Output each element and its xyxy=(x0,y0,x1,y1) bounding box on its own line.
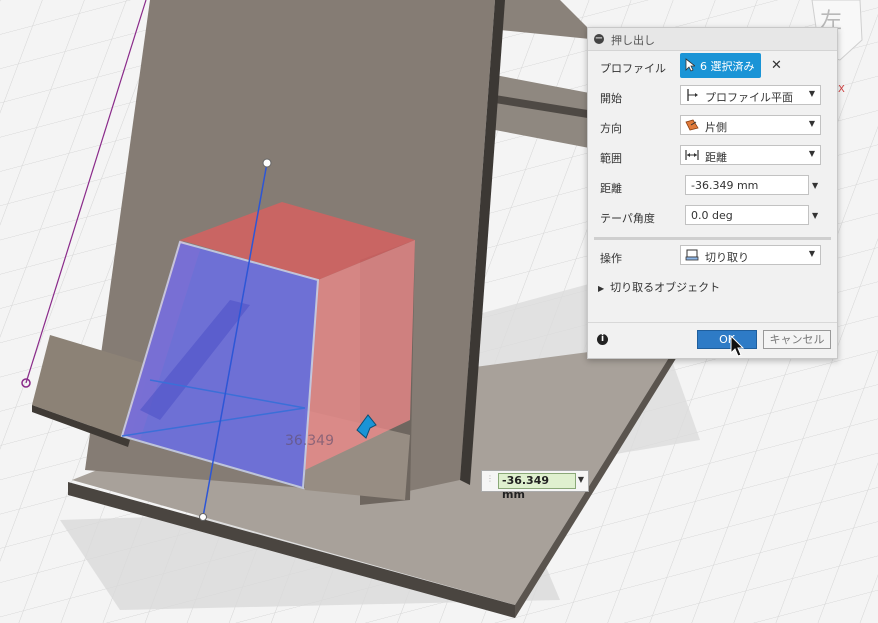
start-dropdown[interactable]: プロファイル平面 ▼ xyxy=(680,85,821,105)
chevron-down-icon[interactable]: ▼ xyxy=(578,475,584,484)
distance-value[interactable]: -36.349 mm xyxy=(691,179,758,192)
info-icon[interactable]: i xyxy=(597,334,608,345)
direction-dropdown[interactable]: 片側 ▼ xyxy=(680,115,821,135)
extrude-dialog: − 押し出し プロファイル 6 選択済み ✕ 開始 プロファイル平面 ▼ 方向 … xyxy=(587,27,838,359)
distance-icon xyxy=(685,150,699,160)
operation-label: 操作 xyxy=(600,252,622,265)
extent-dropdown[interactable]: 距離 ▼ xyxy=(680,145,821,165)
chevron-down-icon: ▼ xyxy=(808,149,815,158)
profile-label: プロファイル xyxy=(600,62,666,75)
chevron-down-icon[interactable]: ▼ xyxy=(812,211,818,220)
view-cube-axis-x: X xyxy=(838,84,845,95)
objects-to-cut-expander[interactable]: ▶ 切り取るオブジェクト xyxy=(598,279,720,295)
operation-value: 切り取り xyxy=(705,251,749,264)
clear-selection-icon[interactable]: ✕ xyxy=(771,58,782,73)
start-label: 開始 xyxy=(600,92,622,105)
profile-selection-button[interactable]: 6 選択済み xyxy=(680,53,761,78)
axis-handle-bottom[interactable] xyxy=(199,513,207,521)
distance-label: 距離 xyxy=(600,182,622,195)
mouse-cursor-icon xyxy=(730,335,745,357)
distance-input[interactable]: -36.349 mm xyxy=(685,175,809,195)
objects-to-cut-label: 切り取るオブジェクト xyxy=(610,281,721,294)
taper-angle-input[interactable]: 0.0 deg xyxy=(685,205,809,225)
ok-button[interactable]: OK xyxy=(697,330,757,349)
select-cursor-icon xyxy=(685,58,695,72)
dimension-label: 36.349 xyxy=(285,433,334,449)
cancel-button[interactable]: キャンセル xyxy=(763,330,831,349)
profile-selection-count: 6 選択済み xyxy=(700,60,755,73)
footer-divider xyxy=(588,322,837,323)
extent-value: 距離 xyxy=(705,151,727,164)
direction-value: 片側 xyxy=(705,121,727,134)
cut-icon xyxy=(685,249,699,261)
one-side-icon xyxy=(685,119,699,131)
grip-icon[interactable]: ⋮ xyxy=(486,474,494,488)
extent-label: 範囲 xyxy=(600,152,622,165)
chevron-down-icon: ▼ xyxy=(808,89,815,98)
profile-plane-icon xyxy=(687,89,698,101)
taper-label: テーパ角度 xyxy=(600,212,655,225)
dialog-title: 押し出し xyxy=(611,34,655,47)
section-divider xyxy=(594,237,831,240)
chevron-down-icon[interactable]: ▼ xyxy=(812,181,818,190)
dimension-value[interactable]: -36.349 mm xyxy=(498,473,576,501)
chevron-down-icon: ▼ xyxy=(808,249,815,258)
start-value: プロファイル平面 xyxy=(705,91,793,104)
axis-handle-top[interactable] xyxy=(262,158,272,168)
distance-dimension-input[interactable]: ⋮ -36.349 mm ▼ xyxy=(481,470,589,501)
expand-triangle-icon: ▶ xyxy=(598,284,605,293)
chevron-down-icon: ▼ xyxy=(808,119,815,128)
taper-value[interactable]: 0.0 deg xyxy=(691,209,733,222)
dialog-titlebar[interactable]: − 押し出し xyxy=(588,28,837,51)
collapse-icon[interactable]: − xyxy=(594,34,604,44)
direction-label: 方向 xyxy=(600,122,622,135)
operation-dropdown[interactable]: 切り取り ▼ xyxy=(680,245,821,265)
